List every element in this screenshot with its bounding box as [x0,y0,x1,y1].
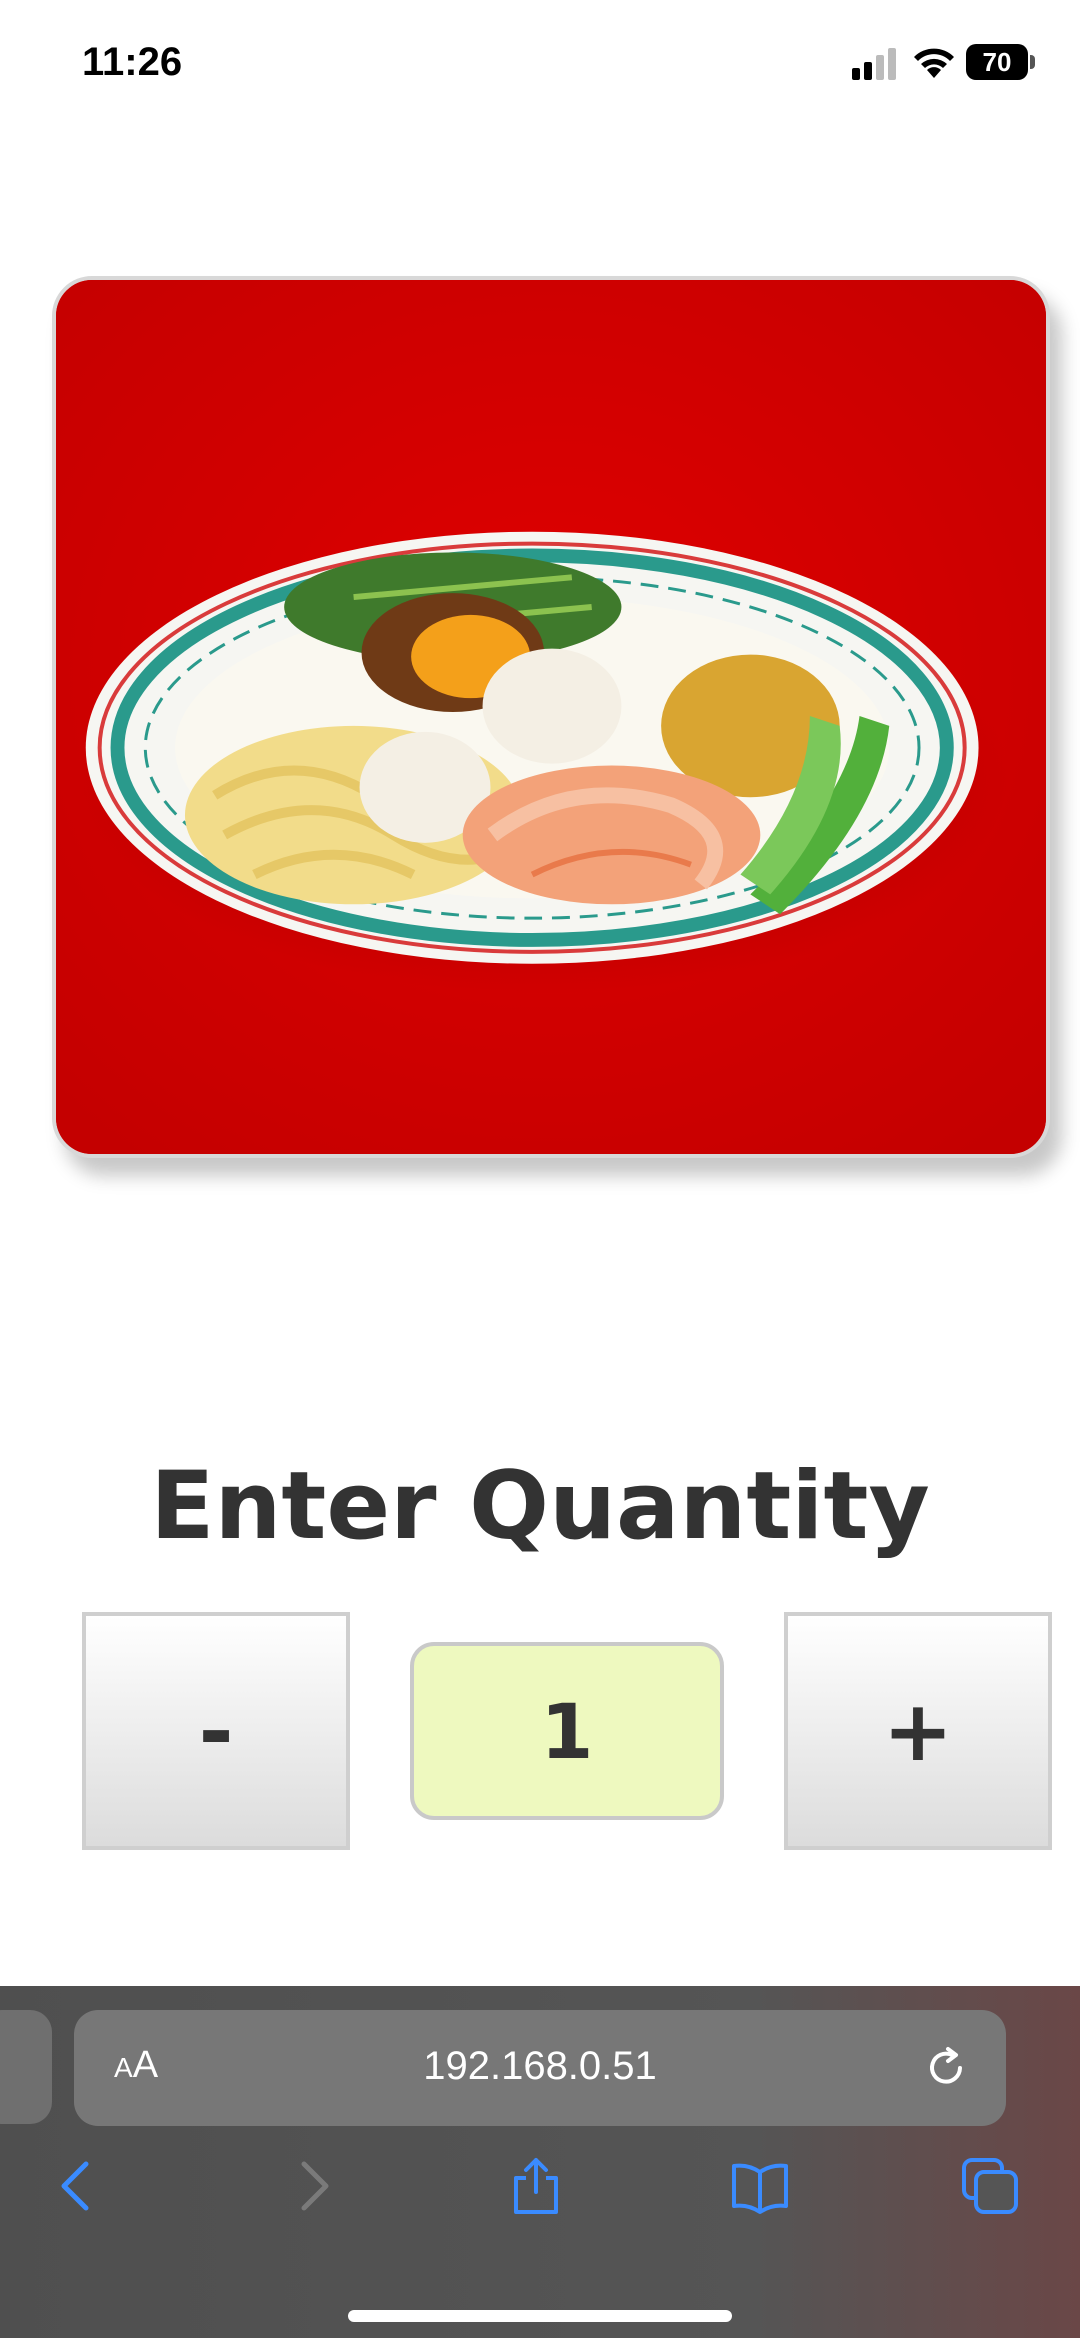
browser-toolbar: AA 192.168.0.51 [0,1986,1080,2338]
forward-icon[interactable] [282,2156,342,2216]
home-indicator [348,2310,732,2322]
tabs-icon[interactable] [960,2156,1020,2216]
url-text: 192.168.0.51 [423,2044,657,2088]
status-bar: 11:26 70 [0,0,1080,130]
bookmarks-icon[interactable] [730,2156,790,2216]
app-screen: 11:26 70 Enter Quantity - 1 + AA 192.168… [0,0,1080,2338]
decrement-button[interactable]: - [82,1612,350,1850]
quantity-input[interactable]: 1 [410,1642,724,1820]
reload-icon[interactable] [922,2044,970,2092]
previous-tab-pill[interactable] [0,2010,52,2124]
status-time: 11:26 [82,40,183,84]
cellular-signal-icon [852,48,896,80]
back-icon[interactable] [48,2156,108,2216]
increment-button[interactable]: + [784,1612,1052,1850]
food-photo [56,280,1046,1154]
wifi-icon [914,48,954,78]
quantity-heading: Enter Quantity [150,1452,930,1561]
battery-tip [1030,55,1035,69]
battery-icon: 70 [966,44,1028,80]
product-image [52,276,1050,1158]
address-bar[interactable]: AA 192.168.0.51 [74,2010,1006,2126]
share-icon[interactable] [506,2156,566,2216]
